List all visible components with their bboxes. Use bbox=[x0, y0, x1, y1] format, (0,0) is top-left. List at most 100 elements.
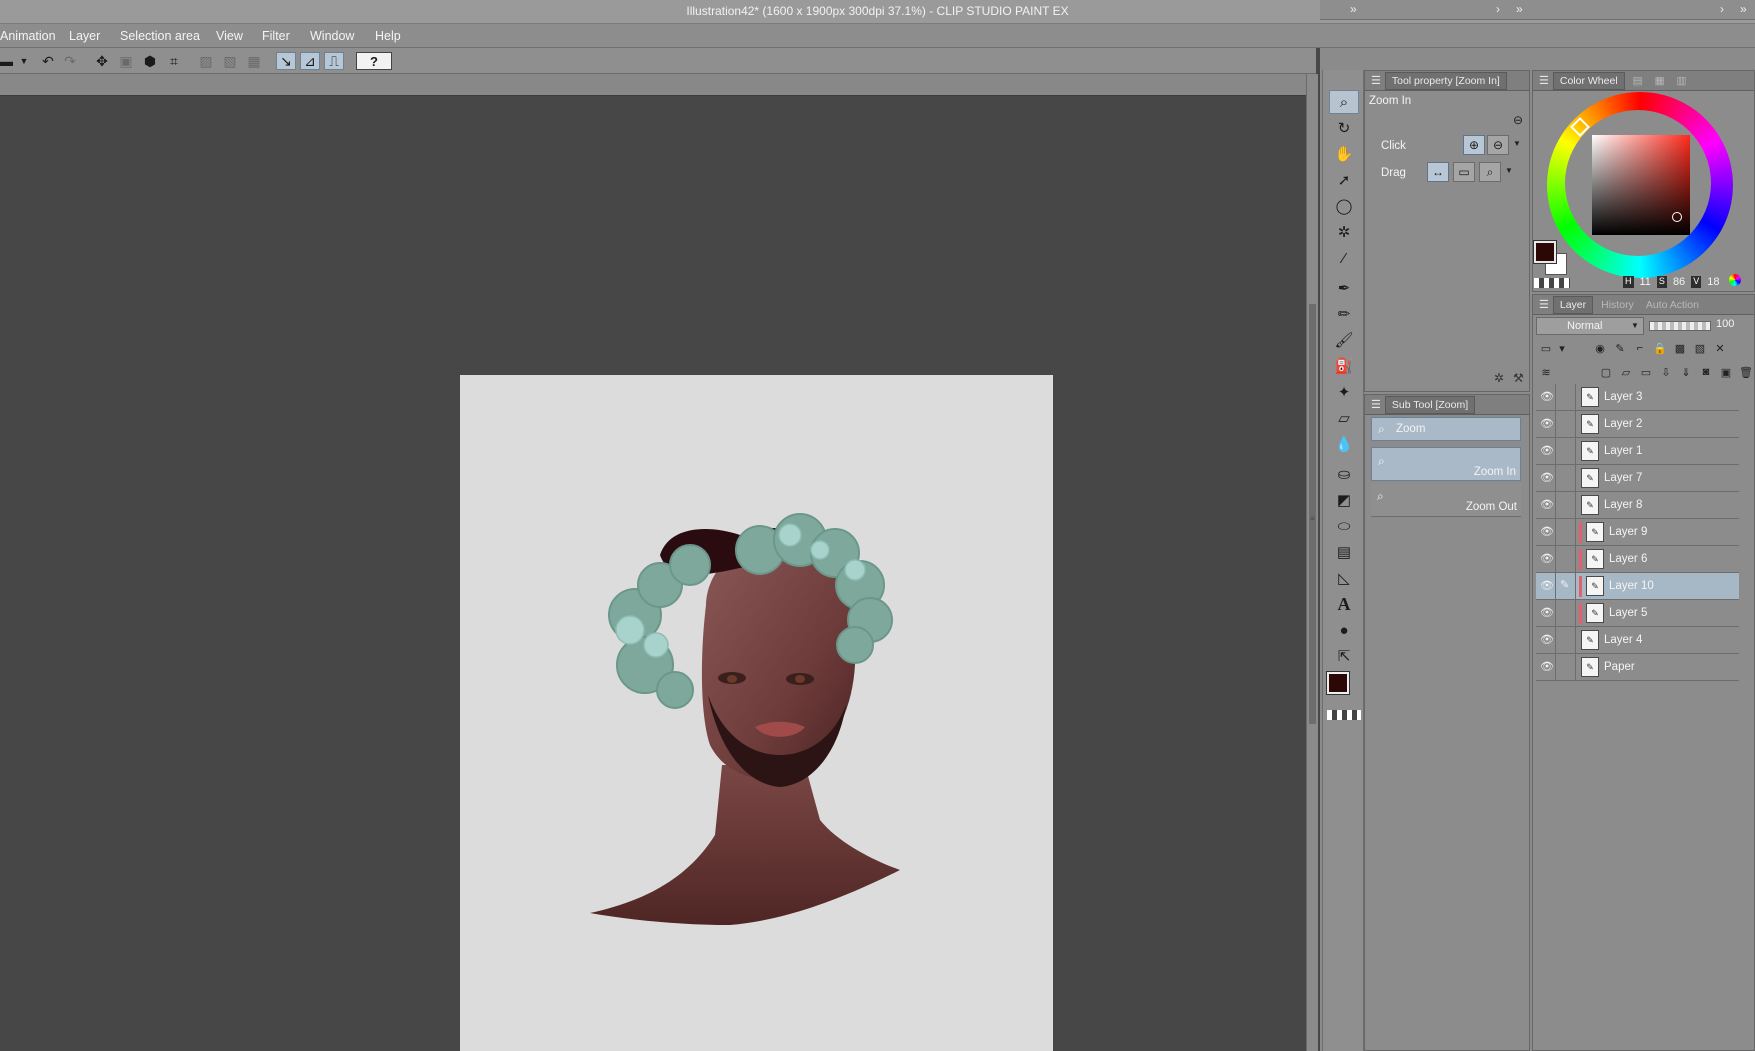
special-ruler-snap-icon[interactable]: ⊿ bbox=[300, 52, 320, 70]
menu-icon[interactable]: ☰ bbox=[1539, 74, 1549, 87]
chevron-down-icon[interactable]: ▼ bbox=[1513, 139, 1521, 148]
layer-color-icon[interactable]: ▭ bbox=[1538, 340, 1554, 356]
main-color-swatch[interactable] bbox=[1326, 671, 1350, 695]
tool-property-tab-label[interactable]: Tool property [Zoom In] bbox=[1384, 71, 1507, 90]
eraser-icon[interactable]: ▱ bbox=[1329, 406, 1359, 430]
transfer-down-icon[interactable]: ⇓ bbox=[1678, 364, 1694, 380]
tab-layer[interactable]: Layer bbox=[1552, 295, 1594, 314]
drag-scrub-zoom-button[interactable]: ↔ bbox=[1427, 162, 1449, 182]
drag-rect-zoom-button[interactable]: ▭ bbox=[1453, 162, 1475, 182]
ruler-show-icon[interactable]: ✕ bbox=[1712, 340, 1728, 356]
move-icon[interactable]: ➚ bbox=[1329, 168, 1359, 192]
clear-icon[interactable]: ▨ bbox=[196, 52, 216, 70]
layer-row[interactable]: 👁 ✎ Layer 3 bbox=[1536, 384, 1739, 411]
text-icon[interactable]: A bbox=[1329, 592, 1359, 616]
wrench-icon[interactable]: ⚒ bbox=[1513, 371, 1524, 385]
tab-auto-action[interactable]: Auto Action bbox=[1642, 297, 1703, 313]
dock-handle-middle[interactable]: ›» bbox=[1366, 0, 1532, 20]
fill-icon[interactable]: ⬢ bbox=[140, 52, 160, 70]
visibility-eye-icon[interactable]: 👁 bbox=[1540, 444, 1554, 457]
reference-layer-icon[interactable]: ◉ bbox=[1592, 340, 1608, 356]
chevron-down-icon[interactable]: ▼ bbox=[14, 52, 34, 70]
canvas-vertical-scrollbar[interactable]: ≡ bbox=[1306, 74, 1318, 1051]
layer-mask-icon[interactable]: ◙ bbox=[1698, 364, 1714, 380]
blend-icon[interactable]: 💧 bbox=[1329, 432, 1359, 456]
figure-icon[interactable]: ⬭ bbox=[1329, 514, 1359, 538]
ruler-icon[interactable]: ◺ bbox=[1329, 566, 1359, 590]
crop-icon[interactable]: ⌗ bbox=[164, 52, 184, 70]
visibility-eye-icon[interactable]: 👁 bbox=[1540, 660, 1554, 673]
pen-icon[interactable]: ✒ bbox=[1329, 276, 1359, 300]
dock-handle-right[interactable]: ›» bbox=[1532, 0, 1755, 20]
collapse-icon[interactable]: » bbox=[1740, 2, 1747, 16]
transparent-color-swatch[interactable] bbox=[1327, 710, 1361, 720]
zoom-out-icon[interactable]: ⊖ bbox=[1513, 113, 1523, 127]
chevron-right-icon[interactable]: › bbox=[1720, 2, 1724, 16]
gradient-icon[interactable]: ◩ bbox=[1329, 488, 1359, 512]
main-color-swatch[interactable] bbox=[1533, 240, 1557, 264]
drag-magnify-button[interactable]: ⌕ bbox=[1479, 162, 1501, 182]
layer-row[interactable]: 👁 ✎ Layer 8 bbox=[1536, 492, 1739, 519]
grid-snap-icon[interactable]: ⎍ bbox=[324, 52, 344, 70]
color-history-icon[interactable]: ▥ bbox=[1673, 73, 1691, 89]
select-all-icon[interactable]: ▦ bbox=[244, 52, 264, 70]
hand-icon[interactable]: ✋ bbox=[1329, 142, 1359, 166]
balloon-icon[interactable]: ● bbox=[1329, 618, 1359, 642]
blend-mode-select[interactable]: Normal bbox=[1536, 317, 1644, 335]
eyedropper-icon[interactable]: ⁄ bbox=[1329, 246, 1359, 270]
fill-icon[interactable]: ⛀ bbox=[1329, 462, 1359, 486]
sub-tool-group-zoom[interactable]: ⌕ Zoom bbox=[1371, 417, 1521, 441]
sub-tool-tab-label[interactable]: Sub Tool [Zoom] bbox=[1384, 395, 1476, 414]
menu-filter[interactable]: Filter bbox=[262, 29, 290, 43]
layer-row[interactable]: 👁 ✎ Layer 9 bbox=[1536, 519, 1739, 546]
visibility-eye-icon[interactable]: 👁 bbox=[1540, 633, 1554, 646]
clear-outside-icon[interactable]: ▧ bbox=[220, 52, 240, 70]
transform-icon[interactable]: ✥ bbox=[92, 52, 112, 70]
fit-icon[interactable]: ▣ bbox=[116, 52, 136, 70]
menu-animation[interactable]: Animation bbox=[0, 29, 56, 43]
menu-help[interactable]: Help bbox=[375, 29, 401, 43]
canvas-paper[interactable] bbox=[460, 375, 1053, 1051]
layer-row[interactable]: 👁 ✎ Paper bbox=[1536, 654, 1739, 681]
menu-view[interactable]: View bbox=[216, 29, 243, 43]
color-space-toggle-icon[interactable] bbox=[1727, 272, 1743, 288]
ruler-layer-icon[interactable]: ▣ bbox=[1718, 364, 1734, 380]
redo-icon[interactable]: ↷ bbox=[60, 52, 80, 70]
chevron-right-icon[interactable]: › bbox=[1496, 2, 1500, 16]
layer-stack-icon[interactable]: ≋ bbox=[1538, 364, 1554, 380]
chevron-down-icon[interactable]: ▼ bbox=[1631, 321, 1639, 330]
collapse-icon[interactable]: » bbox=[1516, 2, 1523, 16]
visibility-eye-icon[interactable]: 👁 bbox=[1540, 498, 1554, 511]
visibility-eye-icon[interactable]: 👁 bbox=[1540, 471, 1554, 484]
decoration-icon[interactable]: ✦ bbox=[1329, 380, 1359, 404]
click-zoom-in-button[interactable]: ⊕ bbox=[1463, 135, 1485, 155]
sub-tool-tab[interactable]: ☰ Sub Tool [Zoom] bbox=[1365, 395, 1529, 415]
opacity-value[interactable]: 100 bbox=[1716, 318, 1734, 330]
menu-layer[interactable]: Layer bbox=[69, 29, 100, 43]
chevron-down-icon[interactable]: ▾ bbox=[1558, 340, 1566, 356]
sv-marker[interactable] bbox=[1672, 212, 1682, 222]
menu-icon[interactable]: ☰ bbox=[1371, 74, 1381, 87]
opacity-slider[interactable] bbox=[1649, 321, 1711, 331]
lock-layer-icon[interactable]: 🔒 bbox=[1652, 340, 1668, 356]
airbrush-icon[interactable]: ⛽ bbox=[1329, 354, 1359, 378]
dock-handle-left[interactable]: » bbox=[1320, 0, 1366, 20]
layer-row[interactable]: 👁 ✎ ✎ Layer 10 bbox=[1536, 573, 1739, 600]
help-button[interactable]: ? bbox=[356, 52, 392, 70]
click-zoom-out-button[interactable]: ⊖ bbox=[1487, 135, 1509, 155]
color-wheel-tab[interactable]: ☰ Color Wheel ▤ ▦ ▥ bbox=[1533, 71, 1754, 91]
frame-icon[interactable]: ▤ bbox=[1329, 540, 1359, 564]
tool-property-tab[interactable]: ☰ Tool property [Zoom In] bbox=[1365, 71, 1529, 91]
ruler-snap-icon[interactable]: ↘ bbox=[276, 52, 296, 70]
lock-transparent-icon[interactable]: ▩ bbox=[1672, 340, 1688, 356]
layer-row[interactable]: 👁 ✎ Layer 6 bbox=[1536, 546, 1739, 573]
visibility-eye-icon[interactable]: 👁 bbox=[1540, 552, 1554, 565]
editing-pen-icon[interactable]: ✎ bbox=[1560, 578, 1569, 591]
visibility-eye-icon[interactable]: 👁 bbox=[1540, 417, 1554, 430]
pencil-icon[interactable]: ✏ bbox=[1329, 302, 1359, 326]
intermediate-color-icon[interactable]: ▦ bbox=[1651, 73, 1669, 89]
delete-layer-icon[interactable]: 🗑 bbox=[1738, 364, 1754, 380]
color-wheel[interactable] bbox=[1545, 90, 1735, 280]
rotate-icon[interactable]: ↻ bbox=[1329, 116, 1359, 140]
layer-row[interactable]: 👁 ✎ Layer 7 bbox=[1536, 465, 1739, 492]
